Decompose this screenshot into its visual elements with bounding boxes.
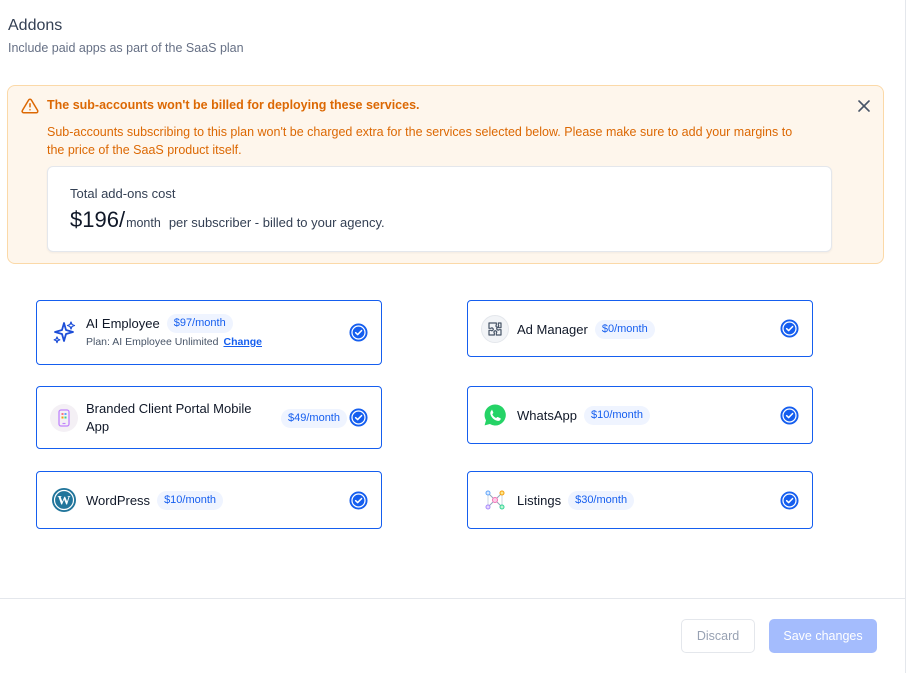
section-header: Addons Include paid apps as part of the … <box>8 16 244 56</box>
total-cost-amount: $196/ <box>70 207 126 232</box>
price-badge: $10/month <box>583 406 650 425</box>
mobile-app-icon <box>50 404 78 432</box>
price-badge: $49/month <box>281 409 347 428</box>
price-badge: $97/month <box>166 314 233 333</box>
listings-network-icon <box>481 486 509 514</box>
addon-card-ai-employee[interactable]: AI Employee $97/month Plan: AI Employee … <box>36 300 382 365</box>
svg-text:W: W <box>58 493 71 508</box>
check-circle-icon[interactable] <box>780 319 799 338</box>
addon-card-whatsapp[interactable]: WhatsApp $10/month <box>467 386 813 444</box>
alert-title: The sub-accounts won't be billed for dep… <box>47 98 420 112</box>
save-changes-button[interactable]: Save changes <box>769 619 877 653</box>
plan-label: Plan: AI Employee Unlimited <box>86 336 219 348</box>
addon-card-listings[interactable]: Listings $30/month <box>467 471 813 529</box>
total-cost-unit: month <box>126 216 161 230</box>
addon-name: Listings <box>517 492 562 508</box>
plan-info: Plan: AI Employee Unlimited Change <box>86 336 262 348</box>
addon-name: WordPress <box>86 492 151 508</box>
addon-card-ad-manager[interactable]: Ad Manager $0/month <box>467 300 813 357</box>
change-plan-link[interactable]: Change <box>223 336 262 348</box>
addon-card-wordpress[interactable]: W WordPress $10/month <box>36 471 382 529</box>
wordpress-icon: W <box>50 486 78 514</box>
addon-card-branded-client-portal[interactable]: Branded Client Portal Mobile App $49/mon… <box>36 386 382 449</box>
addon-name: AI Employee <box>86 315 160 331</box>
total-cost-description: per subscriber - billed to your agency. <box>168 215 385 230</box>
page-title: Addons <box>8 17 63 34</box>
whatsapp-icon <box>481 401 509 429</box>
check-circle-icon[interactable] <box>349 323 368 342</box>
footer-divider <box>0 598 906 599</box>
puzzle-icon <box>481 315 509 343</box>
addon-name: Branded Client Portal Mobile App <box>86 401 252 434</box>
total-cost-card: Total add-ons cost $196/ month per subsc… <box>47 166 832 252</box>
sparkle-icon <box>50 318 78 346</box>
price-badge: $10/month <box>157 491 224 510</box>
check-circle-icon[interactable] <box>780 491 799 510</box>
close-icon[interactable] <box>857 99 871 113</box>
check-circle-icon[interactable] <box>780 406 799 425</box>
total-cost-label: Total add-ons cost <box>70 186 176 201</box>
addon-name: WhatsApp <box>517 407 577 423</box>
alert-body: Sub-accounts subscribing to this plan wo… <box>47 125 793 157</box>
total-cost-row: $196/ month per subscriber - billed to y… <box>70 207 385 233</box>
discard-button[interactable]: Discard <box>681 619 755 653</box>
warning-triangle-icon <box>21 98 39 114</box>
price-badge: $0/month <box>594 320 655 339</box>
addon-name: Ad Manager <box>517 321 588 337</box>
price-badge: $30/month <box>568 491 635 510</box>
check-circle-icon[interactable] <box>349 408 368 427</box>
check-circle-icon[interactable] <box>349 491 368 510</box>
page-subtitle: Include paid apps as part of the SaaS pl… <box>8 41 244 55</box>
billing-alert: The sub-accounts won't be billed for dep… <box>7 85 884 264</box>
